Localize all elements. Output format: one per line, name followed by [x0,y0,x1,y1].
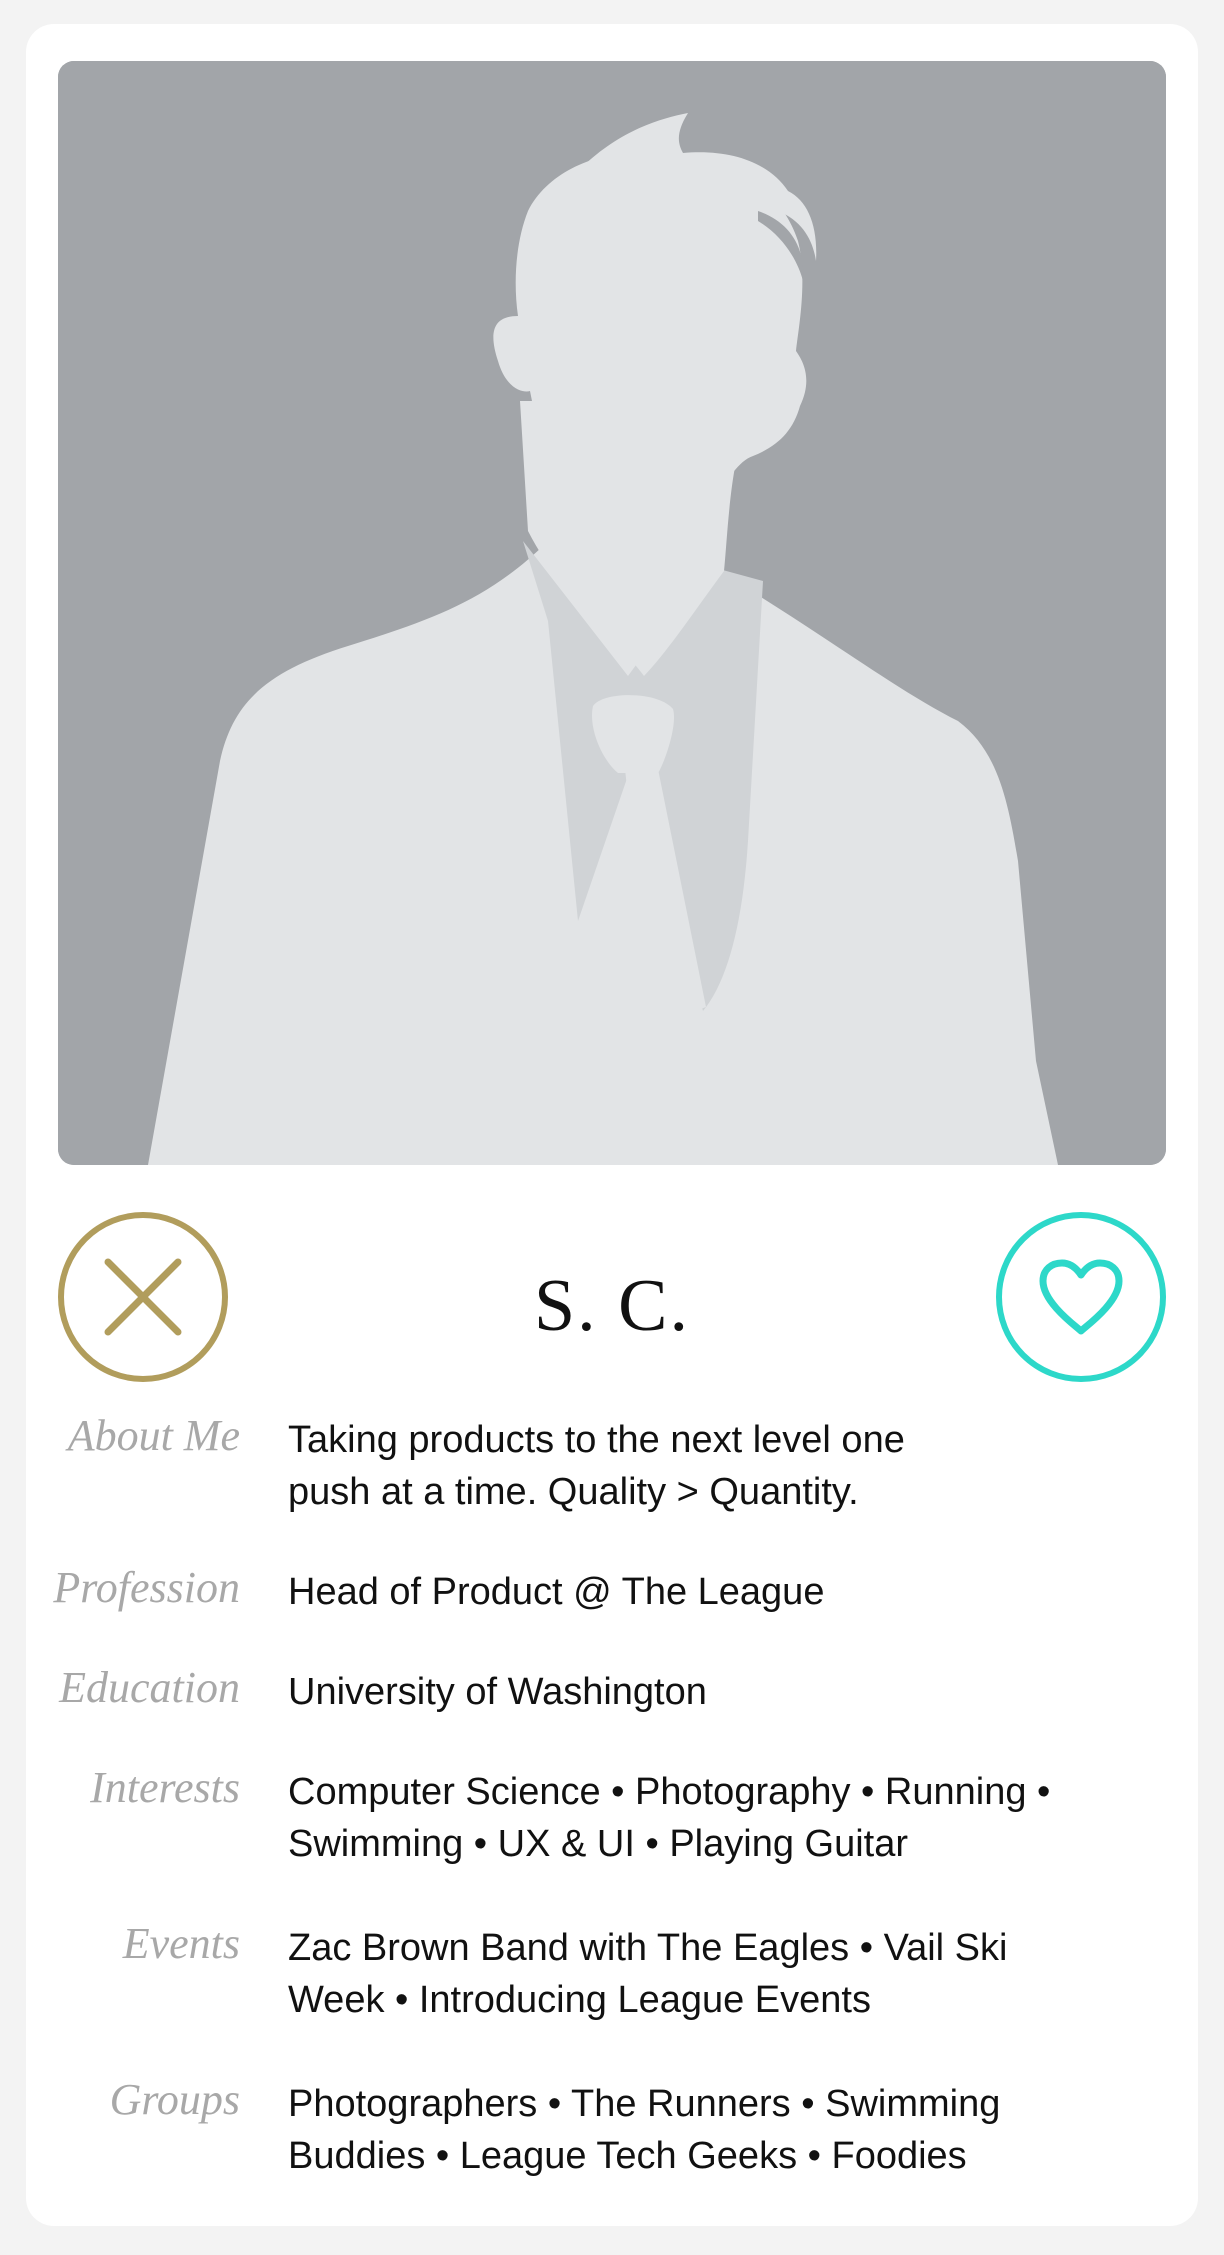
groups-value: Photographers • The Runners • Swimming B… [288,2083,1001,2177]
education-label: Education [59,1663,240,1712]
profession-value: Head of Product @ The League [288,1571,825,1613]
groups-label: Groups [109,2075,240,2124]
person-silhouette-icon [58,61,1166,1165]
profile-photo[interactable] [58,61,1166,1165]
profile-card: S. C. About Me Taking products to the ne… [26,24,1198,2226]
education-value: University of Washington [288,1671,707,1713]
about-me-value: Taking products to the next level one pu… [288,1419,905,1513]
interests-label: Interests [90,1763,240,1812]
heart-icon [1039,1259,1123,1335]
profession-label: Profession [53,1563,240,1612]
like-button[interactable] [996,1212,1166,1382]
events-value: Zac Brown Band with The Eagles • Vail Sk… [288,1927,1008,2021]
events-label: Events [122,1919,240,1968]
interests-value: Computer Science • Photography • Running… [288,1771,1051,1865]
about-me-label: About Me [67,1411,240,1460]
